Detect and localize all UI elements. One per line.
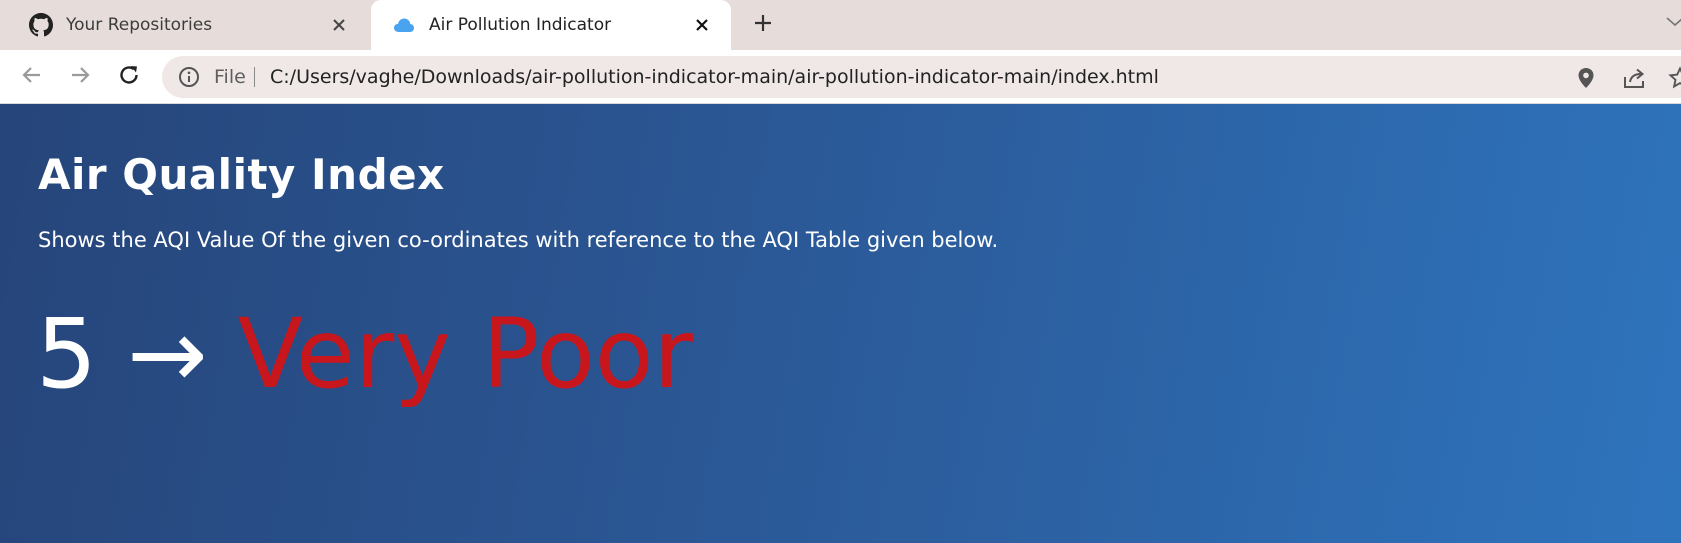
- page-title: Air Quality Index: [38, 150, 445, 199]
- new-tab-button[interactable]: [745, 10, 781, 40]
- tab-search-button[interactable]: [1664, 12, 1681, 32]
- aqi-status-label: Very Poor: [237, 298, 693, 410]
- back-button[interactable]: [17, 62, 47, 92]
- address-separator: [254, 67, 255, 87]
- address-bar[interactable]: File C:/Users/vaghe/Downloads/air-pollut…: [162, 56, 1681, 98]
- share-icon[interactable]: [1621, 65, 1647, 91]
- info-icon[interactable]: [178, 66, 200, 88]
- reload-icon: [117, 63, 141, 91]
- chevron-down-icon: [1664, 13, 1681, 32]
- cloud-icon: [391, 12, 417, 38]
- tab-strip: Your Repositories Air Pollution Indicato…: [0, 0, 1681, 50]
- browser-toolbar: File C:/Users/vaghe/Downloads/air-pollut…: [0, 50, 1681, 104]
- arrow-right-icon: →: [127, 298, 208, 410]
- page-content: Air Quality Index Shows the AQI Value Of…: [0, 104, 1681, 543]
- location-icon[interactable]: [1573, 65, 1599, 91]
- close-tab-icon[interactable]: [687, 10, 717, 40]
- tab-your-repositories[interactable]: Your Repositories: [0, 0, 368, 50]
- reload-button[interactable]: [114, 62, 144, 92]
- arrow-right-icon: [69, 64, 91, 90]
- tab-title: Your Repositories: [66, 15, 213, 35]
- plus-icon: [753, 13, 773, 37]
- tab-title: Air Pollution Indicator: [429, 15, 612, 35]
- page-description: Shows the AQI Value Of the given co-ordi…: [38, 228, 999, 252]
- forward-button[interactable]: [65, 62, 95, 92]
- bookmark-star-icon[interactable]: [1667, 65, 1681, 91]
- aqi-result: 5 → Very Poor: [36, 306, 693, 402]
- arrow-left-icon: [21, 64, 43, 90]
- tab-air-pollution-indicator[interactable]: Air Pollution Indicator: [371, 0, 731, 50]
- github-icon: [28, 12, 54, 38]
- aqi-value: 5: [36, 298, 98, 410]
- scheme-label: File: [214, 66, 246, 88]
- close-tab-icon[interactable]: [324, 10, 354, 40]
- url-text[interactable]: C:/Users/vaghe/Downloads/air-pollution-i…: [270, 56, 1159, 98]
